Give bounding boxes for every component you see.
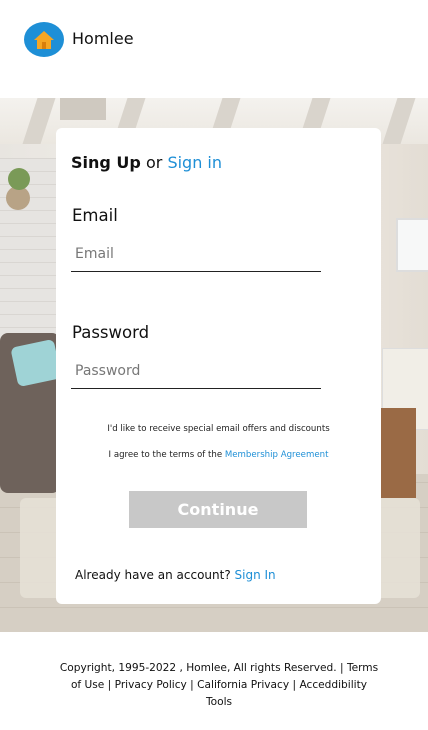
or-text: or <box>145 153 163 172</box>
ceiling-lamp <box>60 98 106 120</box>
email-field[interactable] <box>71 236 321 272</box>
membership-agreement-link[interactable]: Membership Agreement <box>225 450 329 460</box>
offers-consent[interactable]: I'd like to receive special email offers… <box>56 424 381 434</box>
hanging-plant <box>8 168 30 190</box>
home-icon <box>34 30 54 49</box>
already-account: Already have an account? Sign In <box>75 568 276 582</box>
signin-bottom-link[interactable]: Sign In <box>235 568 276 582</box>
window <box>396 218 428 272</box>
header: Homlee <box>0 0 428 98</box>
email-label: Email <box>72 206 118 225</box>
already-text: Already have an account? <box>75 568 231 582</box>
card-title: Sing Up or Sign in <box>71 153 222 172</box>
side-table <box>380 408 416 498</box>
continue-button[interactable]: Continue <box>129 491 307 528</box>
terms-consent[interactable]: I agree to the terms of the Membership A… <box>56 450 381 460</box>
brand-name: Homlee <box>72 29 134 48</box>
signin-link[interactable]: Sign in <box>167 153 222 172</box>
signup-card: Sing Up or Sign in Email Password I'd li… <box>56 128 381 604</box>
footer-links[interactable]: Copyright, 1995-2022 , Homlee, All right… <box>58 660 380 711</box>
footer: Copyright, 1995-2022 , Homlee, All right… <box>0 632 428 730</box>
password-label: Password <box>72 323 150 342</box>
terms-text: I agree to the terms of the <box>108 450 223 460</box>
logo[interactable] <box>24 22 64 57</box>
password-field[interactable] <box>71 353 321 389</box>
signup-heading: Sing Up <box>71 153 141 172</box>
